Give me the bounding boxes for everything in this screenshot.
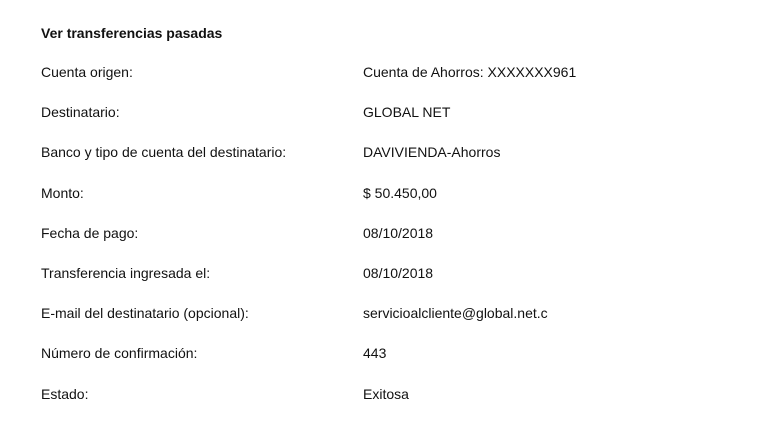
recipient-email-label: E-mail del destinatario (opcional): <box>41 305 249 322</box>
detail-row-entry-date: Transferencia ingresada el: 08/10/2018 <box>41 264 741 304</box>
source-account-label: Cuenta origen: <box>41 64 133 80</box>
payment-date-label: Fecha de pago: <box>41 224 139 241</box>
page-title: Ver transferencias pasadas <box>41 25 223 41</box>
entry-date-value: 08/10/2018 <box>363 264 434 281</box>
recipient-label: Destinatario: <box>41 104 120 121</box>
detail-row-source-account: Cuenta origen: Cuenta de Ahorros: XXXXXX… <box>41 63 741 103</box>
recipient-value: GLOBAL NET <box>363 104 451 121</box>
source-account-value: Cuenta de Ahorros: XXXXXXX961 <box>363 64 577 80</box>
transfer-details-list: Cuenta origen: Cuenta de Ahorros: XXXXXX… <box>41 63 741 425</box>
status-value: Exitosa <box>363 385 409 402</box>
detail-row-recipient: Destinatario: GLOBAL NET <box>41 103 741 143</box>
recipient-bank-label: Banco y tipo de cuenta del destinatario: <box>41 144 287 161</box>
detail-row-amount: Monto: $ 50.450,00 <box>41 184 741 224</box>
recipient-bank-value: DAVIVIENDA-Ahorros <box>363 144 501 161</box>
confirmation-number-label: Número de confirmación: <box>41 345 198 362</box>
entry-date-label: Transferencia ingresada el: <box>41 264 211 281</box>
detail-row-recipient-email: E-mail del destinatario (opcional): serv… <box>41 304 741 344</box>
detail-row-confirmation-number: Número de confirmación: 443 <box>41 344 741 384</box>
amount-label: Monto: <box>41 184 84 201</box>
detail-row-payment-date: Fecha de pago: 08/10/2018 <box>41 224 741 264</box>
detail-row-status: Estado: Exitosa <box>41 385 741 425</box>
transfer-details-panel: Ver transferencias pasadas Cuenta origen… <box>0 0 761 425</box>
status-label: Estado: <box>41 385 89 402</box>
confirmation-number-value: 443 <box>363 345 387 362</box>
recipient-email-value: servicioalcliente@global.net.c <box>363 305 548 322</box>
detail-row-recipient-bank: Banco y tipo de cuenta del destinatario:… <box>41 143 741 183</box>
payment-date-value: 08/10/2018 <box>363 224 434 241</box>
amount-value: $ 50.450,00 <box>363 184 437 201</box>
